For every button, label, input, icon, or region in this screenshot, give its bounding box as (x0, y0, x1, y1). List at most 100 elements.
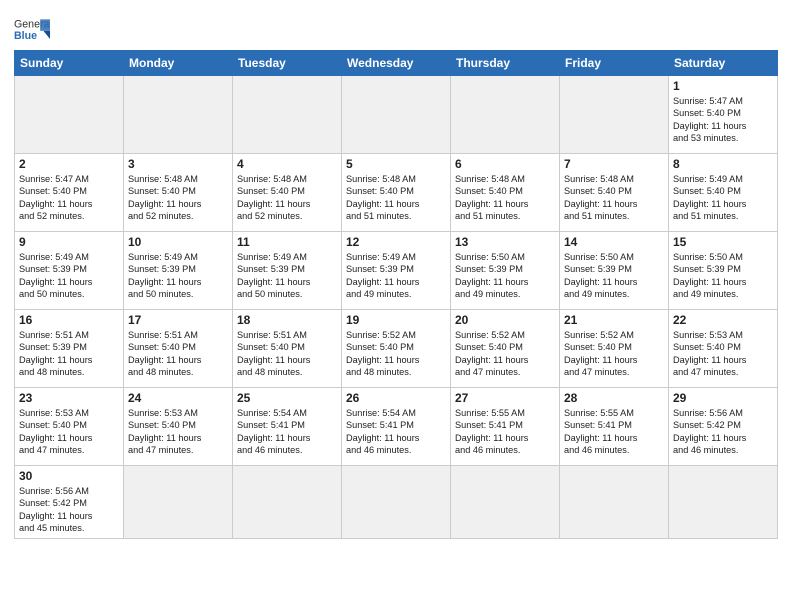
weekday-wednesday: Wednesday (342, 51, 451, 76)
day-info: Sunrise: 5:50 AM Sunset: 5:39 PM Dayligh… (673, 251, 773, 301)
calendar-cell: 7 Sunrise: 5:48 AM Sunset: 5:40 PM Daylig… (560, 154, 669, 232)
day-info: Sunrise: 5:53 AM Sunset: 5:40 PM Dayligh… (19, 407, 119, 457)
calendar-table: SundayMondayTuesdayWednesdayThursdayFrid… (14, 50, 778, 539)
week-row-1: 2 Sunrise: 5:47 AM Sunset: 5:40 PM Daylig… (15, 154, 778, 232)
day-number: 16 (19, 313, 119, 327)
day-number: 22 (673, 313, 773, 327)
calendar-cell: 29Sunrise: 5:56 AM Sunset: 5:42 PM Dayli… (669, 388, 778, 466)
day-number: 6 (455, 157, 555, 171)
calendar-cell: 3 Sunrise: 5:48 AM Sunset: 5:40 PM Daylig… (124, 154, 233, 232)
day-number: 29 (673, 391, 773, 405)
calendar-cell: 17Sunrise: 5:51 AM Sunset: 5:40 PM Dayli… (124, 310, 233, 388)
calendar-cell: 30 Sunrise: 5:56 AM Sunset: 5:42 PM Dayli… (15, 466, 124, 539)
day-number: 10 (128, 235, 228, 249)
calendar-cell (233, 76, 342, 154)
day-number: 21 (564, 313, 664, 327)
day-info: Sunrise: 5:49 AM Sunset: 5:40 PM Dayligh… (673, 173, 773, 223)
day-info: Sunrise: 5:52 AM Sunset: 5:40 PM Dayligh… (346, 329, 446, 379)
weekday-thursday: Thursday (451, 51, 560, 76)
weekday-header-row: SundayMondayTuesdayWednesdayThursdayFrid… (15, 51, 778, 76)
calendar-cell: 9Sunrise: 5:49 AM Sunset: 5:39 PM Daylig… (15, 232, 124, 310)
day-info: Sunrise: 5:50 AM Sunset: 5:39 PM Dayligh… (455, 251, 555, 301)
week-row-2: 9 Sunrise: 5:49 AM Sunset: 5:39 PM Daylig… (15, 232, 778, 310)
day-number: 17 (128, 313, 228, 327)
calendar-cell (560, 76, 669, 154)
calendar-cell: 6 Sunrise: 5:48 AM Sunset: 5:40 PM Daylig… (451, 154, 560, 232)
day-info: Sunrise: 5:53 AM Sunset: 5:40 PM Dayligh… (128, 407, 228, 457)
day-info: Sunrise: 5:47 AM Sunset: 5:40 PM Dayligh… (19, 173, 119, 223)
weekday-saturday: Saturday (669, 51, 778, 76)
week-row-3: 16Sunrise: 5:51 AM Sunset: 5:39 PM Dayli… (15, 310, 778, 388)
day-info: Sunrise: 5:54 AM Sunset: 5:41 PM Dayligh… (346, 407, 446, 457)
calendar-cell: 18Sunrise: 5:51 AM Sunset: 5:40 PM Dayli… (233, 310, 342, 388)
day-number: 30 (19, 469, 119, 483)
day-info: Sunrise: 5:49 AM Sunset: 5:39 PM Dayligh… (128, 251, 228, 301)
day-info: Sunrise: 5:54 AM Sunset: 5:41 PM Dayligh… (237, 407, 337, 457)
svg-text:Blue: Blue (14, 30, 37, 42)
day-number: 27 (455, 391, 555, 405)
weekday-friday: Friday (560, 51, 669, 76)
calendar-cell: 5 Sunrise: 5:48 AM Sunset: 5:40 PM Daylig… (342, 154, 451, 232)
day-info: Sunrise: 5:52 AM Sunset: 5:40 PM Dayligh… (564, 329, 664, 379)
calendar-cell (342, 466, 451, 539)
calendar-cell: 14 Sunrise: 5:50 AM Sunset: 5:39 PM Dayli… (560, 232, 669, 310)
calendar-cell (15, 76, 124, 154)
week-row-5: 30 Sunrise: 5:56 AM Sunset: 5:42 PM Dayli… (15, 466, 778, 539)
day-info: Sunrise: 5:48 AM Sunset: 5:40 PM Dayligh… (346, 173, 446, 223)
day-number: 14 (564, 235, 664, 249)
header: General Blue (14, 10, 778, 44)
week-row-0: 1Sunrise: 5:47 AM Sunset: 5:40 PM Daylig… (15, 76, 778, 154)
day-number: 26 (346, 391, 446, 405)
logo: General Blue (14, 16, 50, 44)
day-number: 7 (564, 157, 664, 171)
day-number: 4 (237, 157, 337, 171)
calendar-cell: 2 Sunrise: 5:47 AM Sunset: 5:40 PM Daylig… (15, 154, 124, 232)
day-info: Sunrise: 5:56 AM Sunset: 5:42 PM Dayligh… (19, 485, 119, 535)
calendar-cell: 13 Sunrise: 5:50 AM Sunset: 5:39 PM Dayli… (451, 232, 560, 310)
day-info: Sunrise: 5:49 AM Sunset: 5:39 PM Dayligh… (346, 251, 446, 301)
day-number: 25 (237, 391, 337, 405)
calendar-cell: 15 Sunrise: 5:50 AM Sunset: 5:39 PM Dayli… (669, 232, 778, 310)
day-info: Sunrise: 5:48 AM Sunset: 5:40 PM Dayligh… (237, 173, 337, 223)
calendar-cell: 24Sunrise: 5:53 AM Sunset: 5:40 PM Dayli… (124, 388, 233, 466)
day-number: 12 (346, 235, 446, 249)
calendar-cell: 1Sunrise: 5:47 AM Sunset: 5:40 PM Daylig… (669, 76, 778, 154)
day-number: 23 (19, 391, 119, 405)
page: General Blue SundayMondayTuesdayWednesda… (0, 0, 792, 612)
calendar-cell: 19 Sunrise: 5:52 AM Sunset: 5:40 PM Dayli… (342, 310, 451, 388)
calendar-cell: 23 Sunrise: 5:53 AM Sunset: 5:40 PM Dayli… (15, 388, 124, 466)
day-info: Sunrise: 5:50 AM Sunset: 5:39 PM Dayligh… (564, 251, 664, 301)
calendar-cell (560, 466, 669, 539)
day-number: 5 (346, 157, 446, 171)
calendar-cell: 11Sunrise: 5:49 AM Sunset: 5:39 PM Dayli… (233, 232, 342, 310)
calendar-cell: 27 Sunrise: 5:55 AM Sunset: 5:41 PM Dayli… (451, 388, 560, 466)
day-info: Sunrise: 5:51 AM Sunset: 5:40 PM Dayligh… (237, 329, 337, 379)
calendar-cell (342, 76, 451, 154)
weekday-monday: Monday (124, 51, 233, 76)
weekday-tuesday: Tuesday (233, 51, 342, 76)
calendar-cell: 12 Sunrise: 5:49 AM Sunset: 5:39 PM Dayli… (342, 232, 451, 310)
calendar-cell: 16Sunrise: 5:51 AM Sunset: 5:39 PM Dayli… (15, 310, 124, 388)
day-number: 2 (19, 157, 119, 171)
day-info: Sunrise: 5:48 AM Sunset: 5:40 PM Dayligh… (128, 173, 228, 223)
day-info: Sunrise: 5:52 AM Sunset: 5:40 PM Dayligh… (455, 329, 555, 379)
day-number: 20 (455, 313, 555, 327)
day-number: 28 (564, 391, 664, 405)
day-info: Sunrise: 5:48 AM Sunset: 5:40 PM Dayligh… (564, 173, 664, 223)
logo-icon: General Blue (14, 16, 50, 44)
day-number: 15 (673, 235, 773, 249)
day-info: Sunrise: 5:53 AM Sunset: 5:40 PM Dayligh… (673, 329, 773, 379)
calendar-cell: 21 Sunrise: 5:52 AM Sunset: 5:40 PM Dayli… (560, 310, 669, 388)
day-info: Sunrise: 5:48 AM Sunset: 5:40 PM Dayligh… (455, 173, 555, 223)
calendar-cell: 8Sunrise: 5:49 AM Sunset: 5:40 PM Daylig… (669, 154, 778, 232)
day-number: 19 (346, 313, 446, 327)
day-number: 13 (455, 235, 555, 249)
day-number: 3 (128, 157, 228, 171)
day-number: 9 (19, 235, 119, 249)
day-info: Sunrise: 5:55 AM Sunset: 5:41 PM Dayligh… (564, 407, 664, 457)
weekday-sunday: Sunday (15, 51, 124, 76)
calendar-cell: 20 Sunrise: 5:52 AM Sunset: 5:40 PM Dayli… (451, 310, 560, 388)
calendar-cell (451, 76, 560, 154)
calendar-cell: 25 Sunrise: 5:54 AM Sunset: 5:41 PM Dayli… (233, 388, 342, 466)
day-info: Sunrise: 5:55 AM Sunset: 5:41 PM Dayligh… (455, 407, 555, 457)
